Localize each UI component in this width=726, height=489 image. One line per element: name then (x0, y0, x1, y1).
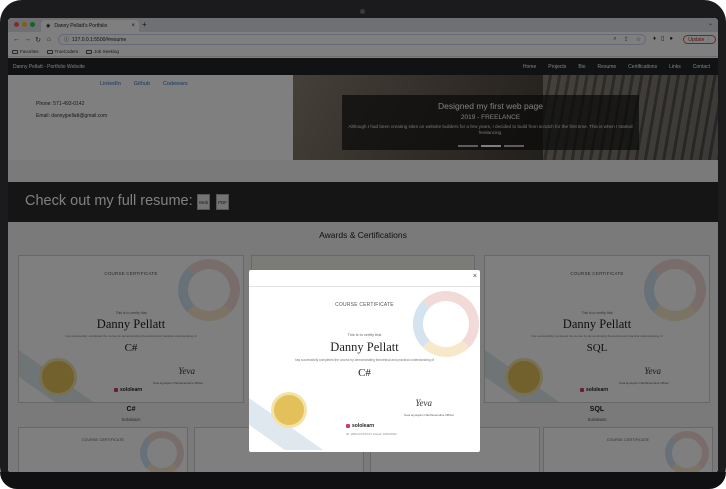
certificate-recipient: Danny Pellatt (330, 340, 399, 354)
certificate-footnote: ID: 1059-2XXXXXXX Issued: 04/03/2022 (346, 432, 397, 436)
certificate-description: has successfully completed the course by… (294, 358, 435, 362)
certificate-course: C# (358, 367, 371, 379)
certificate-modal: × COURSE CERTIFICATE This is to certify … (249, 270, 480, 452)
signature: Yeva (415, 398, 432, 408)
certificate-signer: Yeva Hyusyan Chief Executive Officer (403, 413, 454, 417)
sololearn-logo: sololearn (346, 423, 374, 429)
screen: ◉ Danny Pellatt's Portfolio × + ⌄ ← → ↻ … (8, 18, 718, 473)
certificate-title: COURSE CERTIFICATE (335, 302, 394, 308)
certificate-certify-text: This is to certify that (347, 333, 382, 337)
webcam (360, 9, 365, 14)
gold-seal-icon (271, 392, 307, 428)
modal-close-icon[interactable]: × (473, 273, 477, 280)
modal-certificate: COURSE CERTIFICATE This is to certify th… (249, 287, 480, 450)
laptop-base (0, 472, 726, 489)
